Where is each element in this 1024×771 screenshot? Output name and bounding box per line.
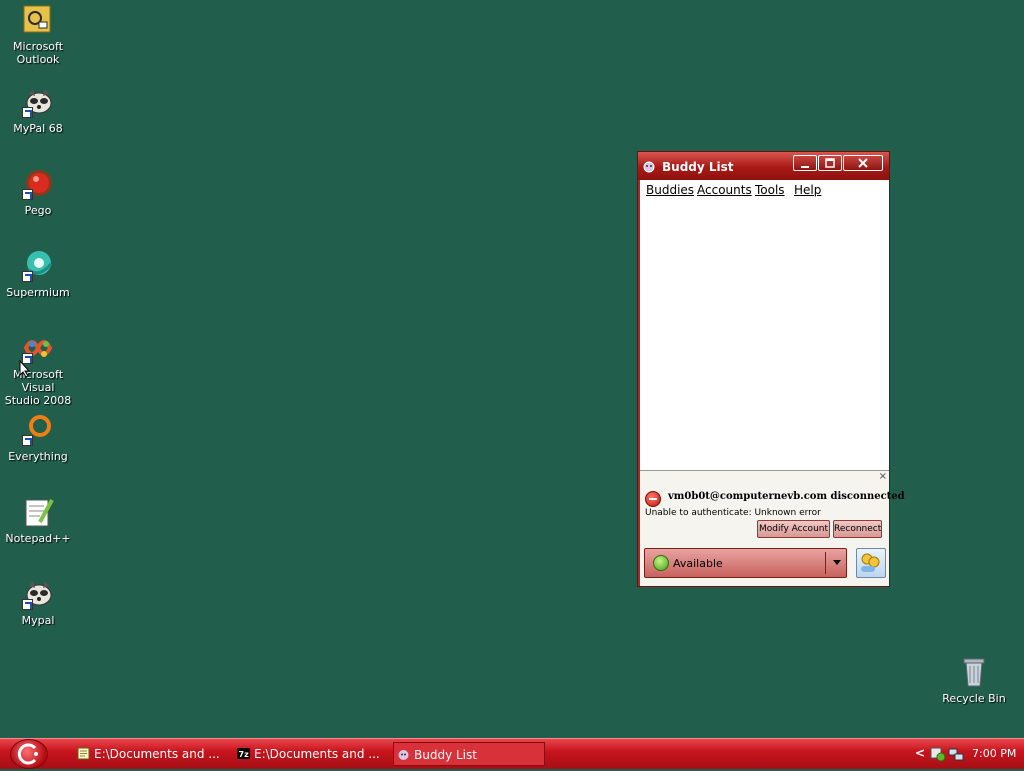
mypal-raccoon-icon [22,86,54,118]
shortcut-arrow-icon [22,107,33,118]
status-buddy-icon-button[interactable] [856,548,886,578]
shortcut-arrow-icon [22,271,33,282]
supermium-icon [22,250,54,282]
maximize-button[interactable] [818,155,842,171]
menu-accounts[interactable]: Accounts [697,183,752,197]
svg-text:7z: 7z [239,750,250,759]
dropdown-arrow-icon [833,560,841,565]
shortcut-arrow-icon [22,599,33,610]
desktop-icon-microsoft-outlook[interactable]: Microsoft Outlook [0,4,76,66]
network-tray-icon[interactable] [948,746,964,762]
desktop-icon-label: Microsoft Visual Studio 2008 [4,368,72,407]
status-row: Available [640,542,889,586]
menu-help[interactable]: Help [794,183,821,197]
modify-account-button[interactable]: Modify Account [757,520,830,538]
tray-expand-chevron[interactable]: < [915,746,925,760]
maximize-icon [825,158,835,168]
taskbar: E:\Documents and ... 7z E:\Documents and… [0,738,1024,769]
7zip-icon: 7z [237,748,250,759]
desktop-icon-label: Notepad++ [5,532,71,545]
desktop-icon-label: Mypal [21,614,55,627]
desktop-icon-mypal-68[interactable]: MyPal 68 [0,86,76,135]
desktop-icon-supermium[interactable]: Supermium [0,250,76,299]
taskbar-button-7zip[interactable]: 7z E:\Documents and ... [234,742,382,766]
task-label: E:\Documents and ... [254,747,380,761]
close-icon [858,158,868,168]
reconnect-button[interactable]: Reconnect [833,520,882,538]
desktop-icon-label: MyPal 68 [13,122,63,135]
shortcut-arrow-icon [22,189,33,200]
desktop-icon-label: Pego [24,204,52,217]
desktop-icon-pego[interactable]: Pego [0,168,76,217]
notepad-plus-plus-icon [22,496,54,528]
everything-search-icon [22,414,54,446]
pidgin-tray-icon[interactable] [930,746,946,762]
window-title: Buddy List [662,160,734,174]
buddy-list-area[interactable] [640,200,889,470]
minimize-icon [801,166,809,168]
error-icon [645,491,661,507]
notice-title: vm0b0t@computernevb.com disconnected [668,491,905,502]
pego-icon [22,168,54,200]
start-button[interactable] [10,739,48,769]
buddy-list-window[interactable]: Buddy List Buddies Accounts Tools Help ×… [637,151,905,587]
notice-message: Unable to authenticate: Unknown error [645,508,821,518]
recycle-bin-icon [958,656,990,688]
status-label: Available [673,557,723,570]
status-divider [825,552,826,574]
desktop-icon-visual-studio-2008[interactable]: Microsoft Visual Studio 2008 [0,332,76,407]
outlook-icon [22,4,54,36]
system-tray: < 7:00 PM [912,739,1024,769]
desktop-icon-recycle-bin[interactable]: Recycle Bin [936,656,1012,705]
account-error-notice: × vm0b0t@computernevb.com disconnected U… [640,470,905,542]
start-logo-icon [17,743,38,765]
mypal-raccoon-icon [22,578,54,610]
desktop-icon-mypal[interactable]: Mypal [0,578,76,627]
minimize-button[interactable] [793,155,817,171]
menu-buddies[interactable]: Buddies [646,183,694,197]
taskbar-button-notepad[interactable]: E:\Documents and ... [74,742,222,766]
pidgin-icon [643,161,655,173]
desktop-icon-label: Recycle Bin [942,692,1006,705]
task-label: Buddy List [414,748,477,762]
notice-close-button[interactable]: × [879,471,887,482]
task-label: E:\Documents and ... [94,747,220,761]
pidgin-icon [398,750,409,760]
menu-tools[interactable]: Tools [755,183,785,197]
desktop-icon-everything[interactable]: Everything [0,414,76,463]
shortcut-arrow-icon [22,435,33,446]
menu-bar: Buddies Accounts Tools Help [640,180,889,200]
close-button[interactable] [843,155,883,171]
available-status-icon [653,555,669,571]
notepad-icon [77,747,90,760]
window-title-bar[interactable]: Buddy List [638,152,889,180]
desktop-icon-notepad-plus-plus[interactable]: Notepad++ [0,496,76,545]
desktop-icon-label: Supermium [6,286,70,299]
status-selector[interactable]: Available [644,548,847,578]
desktop-icon-label: Microsoft Outlook [12,40,64,66]
mouse-cursor-icon [19,360,31,378]
taskbar-button-buddy-list[interactable]: Buddy List [393,742,545,766]
buddies-icon [861,553,880,572]
desktop-icon-label: Everything [8,450,68,463]
clock[interactable]: 7:00 PM [972,747,1016,760]
